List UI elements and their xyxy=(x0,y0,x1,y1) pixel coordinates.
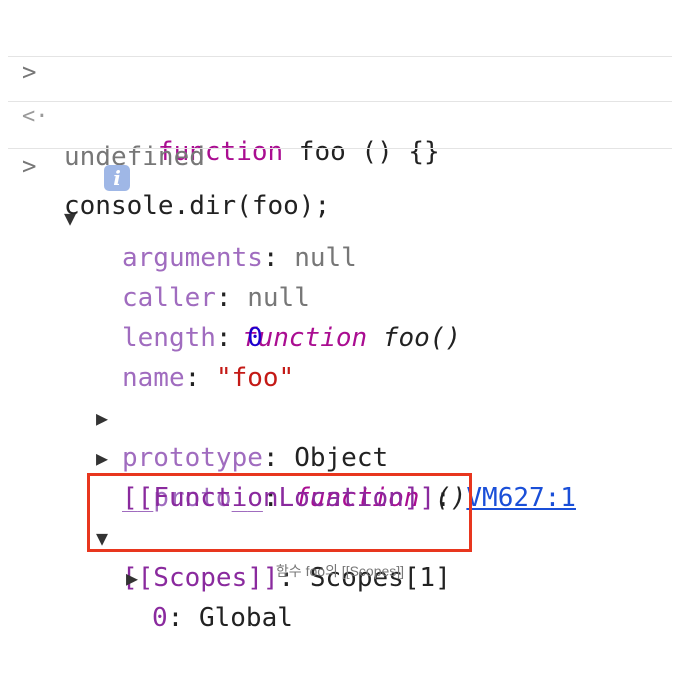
console-output-line: <· undefined xyxy=(0,57,680,172)
figure-caption: 함수 foo의 [[Scopes]] xyxy=(275,563,405,579)
separator xyxy=(8,148,672,149)
property-value: Global xyxy=(198,603,293,633)
property-key: 0 xyxy=(152,603,168,633)
info-icon: i xyxy=(104,165,130,191)
scopes-highlight-box xyxy=(87,473,472,552)
object-header[interactable]: ▼ i function foo() xyxy=(0,158,680,353)
property-row: arguments: null xyxy=(0,198,680,273)
property-row: length: 0 xyxy=(0,278,680,353)
console-input-line: > function foo () {} xyxy=(0,12,680,167)
console-input-line: > console.dir(foo); xyxy=(0,106,680,221)
separator xyxy=(8,101,672,102)
property-row-proto[interactable]: ▶ __proto__: function () xyxy=(0,398,680,513)
property-row-prototype[interactable]: ▶ prototype: Object xyxy=(0,358,680,473)
property-row-location: [[FunctionLocation]]: VM627:1 xyxy=(0,438,680,513)
property-separator: : xyxy=(167,603,199,633)
property-row: caller: null xyxy=(0,238,680,313)
property-row: name: "foo" xyxy=(0,318,680,393)
